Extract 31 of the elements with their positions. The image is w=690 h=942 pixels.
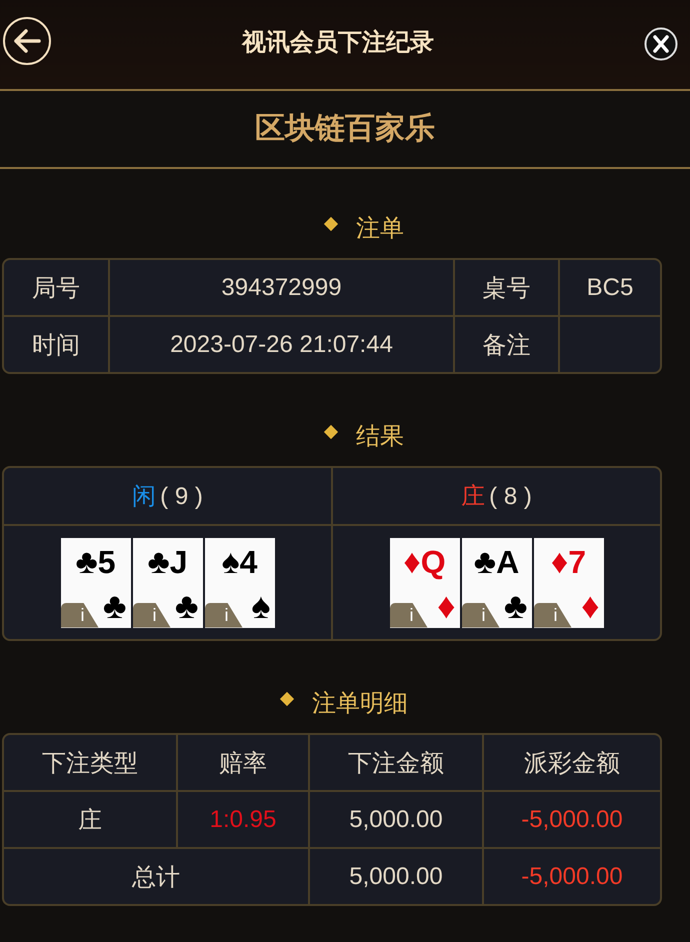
- table-cell: 桌号: [454, 260, 559, 316]
- playing-card: ♣A ♣ i: [462, 538, 532, 628]
- section-heading: 结果: [356, 422, 404, 452]
- playing-card: ♦Q ♦ i: [390, 538, 460, 628]
- game-title: 区块链百家乐: [0, 91, 690, 169]
- column-header: 下注金额: [309, 735, 483, 791]
- column-header: 赔率: [177, 735, 309, 791]
- table-cell: 5,000.00: [309, 791, 483, 848]
- table-cell: BC5: [559, 260, 660, 316]
- table-cell: 394372999: [109, 260, 454, 316]
- section-heading: 注单明细: [312, 689, 408, 719]
- score-label: ( 9 ): [160, 483, 203, 510]
- column-header: 派彩金额: [483, 735, 660, 791]
- table-cell: 时间: [4, 316, 109, 372]
- close-icon[interactable]: [644, 27, 678, 61]
- table-cell: 庄: [4, 791, 177, 848]
- side-label: 闲: [132, 483, 156, 510]
- table-cell: 1:0.95: [177, 791, 309, 848]
- playing-card: ♣J ♣ i: [132, 538, 202, 628]
- window-title: 视讯会员下注纪录: [240, 28, 435, 58]
- table-cell: -5,000.00: [483, 848, 660, 904]
- score-label: ( 8 ): [489, 483, 532, 510]
- table-cell: 总计: [4, 848, 309, 904]
- back-icon[interactable]: [2, 16, 52, 66]
- column-header: 下注类型: [4, 735, 177, 791]
- playing-card: ♠4 ♠ i: [204, 538, 274, 628]
- playing-card: ♦7 ♦ i: [534, 538, 604, 628]
- table-cell: 局号: [4, 260, 109, 316]
- playing-card: ♣5 ♣ i: [60, 538, 130, 628]
- side-label: 庄: [461, 483, 486, 510]
- section-heading: 注单: [356, 214, 404, 244]
